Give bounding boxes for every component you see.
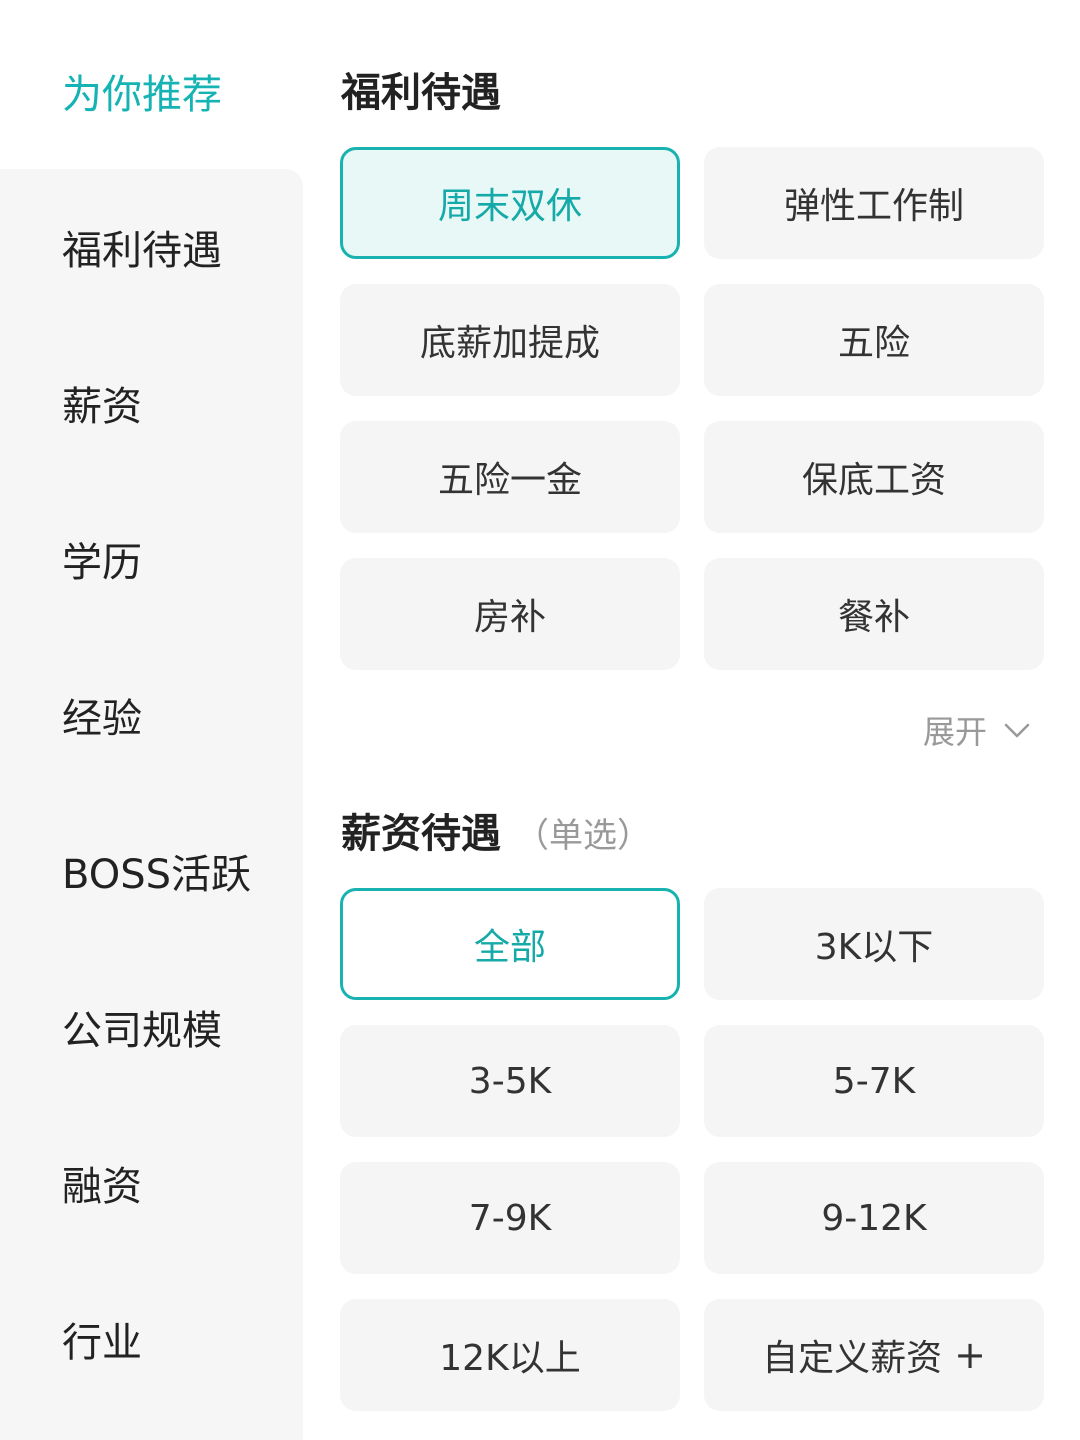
expand-label: 展开 [923, 713, 988, 751]
salary-option-5-7k[interactable]: 5-7K [704, 1025, 1044, 1137]
sidebar-item-label: 融资 [62, 1164, 142, 1210]
option-label: 保底工资 [801, 460, 946, 501]
expand-button[interactable]: 展开 [923, 702, 1031, 758]
salary-option-3-5k[interactable]: 3-5K [340, 1025, 680, 1137]
option-label: 五险一金 [437, 460, 582, 501]
sidebar-item-financing[interactable]: 融资 [0, 1105, 303, 1261]
salary-option-all[interactable]: 全部 [340, 888, 680, 1000]
option-label: 3-5K [468, 1060, 552, 1102]
option-label: 5-7K [832, 1060, 916, 1102]
salary-option-over-12k[interactable]: 12K以上 [340, 1299, 680, 1411]
sidebar-item-label: 学历 [62, 540, 142, 586]
benefits-section-title: 福利待遇 [341, 60, 501, 118]
benefit-option-weekend-off[interactable]: 周末双休 [340, 147, 680, 259]
option-label: 自定义薪资 [762, 1338, 943, 1379]
salary-option-7-9k[interactable]: 7-9K [340, 1162, 680, 1274]
benefit-option-insurances-and-fund[interactable]: 五险一金 [340, 421, 680, 533]
sidebar-item-label: 薪资 [62, 384, 142, 430]
sidebar-item-salary[interactable]: 薪资 [0, 325, 303, 481]
option-label: 五险 [837, 323, 910, 364]
option-label: 全部 [473, 927, 546, 968]
sidebar-item-company-size[interactable]: 公司规模 [0, 949, 303, 1105]
benefit-option-housing-allowance[interactable]: 房补 [340, 558, 680, 670]
sidebar-item-label: 为你推荐 [62, 72, 222, 118]
benefits-title-text: 福利待遇 [341, 70, 501, 116]
option-label: 3K以下 [814, 927, 934, 968]
plus-icon: + [954, 1333, 986, 1377]
benefit-option-guaranteed-salary[interactable]: 保底工资 [704, 421, 1044, 533]
salary-option-9-12k[interactable]: 9-12K [704, 1162, 1044, 1274]
option-label: 12K以上 [439, 1338, 581, 1379]
benefit-option-base-plus-commission[interactable]: 底薪加提成 [340, 284, 680, 396]
sidebar-item-benefits[interactable]: 福利待遇 [0, 169, 303, 325]
sidebar-item-label: 行业 [62, 1320, 142, 1366]
option-label: 餐补 [837, 597, 910, 638]
single-select-note: （单选） [515, 816, 651, 856]
sidebar-item-boss-active[interactable]: BOSS活跃 [0, 793, 303, 949]
option-label: 房补 [473, 597, 546, 638]
salary-title-text: 薪资待遇 [341, 811, 501, 857]
sidebar-item-industry[interactable]: 行业 [0, 1261, 303, 1417]
sidebar-item-label: BOSS活跃 [62, 852, 252, 898]
option-label: 9-12K [821, 1197, 927, 1239]
salary-option-under-3k[interactable]: 3K以下 [704, 888, 1044, 1000]
option-label: 7-9K [468, 1197, 552, 1239]
sidebar-item-experience[interactable]: 经验 [0, 637, 303, 793]
filter-category-sidebar: 为你推荐 福利待遇 薪资 学历 经验 BOSS活跃 公司规模 融资 行业 [0, 0, 303, 1440]
option-label: 周末双休 [437, 186, 582, 227]
sidebar-item-label: 福利待遇 [62, 228, 222, 274]
sidebar-item-label: 公司规模 [62, 1008, 222, 1054]
sidebar-item-label: 经验 [62, 696, 142, 742]
benefit-option-meal-allowance[interactable]: 餐补 [704, 558, 1044, 670]
sidebar-item-recommended[interactable]: 为你推荐 [0, 13, 303, 169]
option-label: 底薪加提成 [419, 323, 600, 364]
chevron-down-icon [1004, 723, 1030, 738]
sidebar-item-education[interactable]: 学历 [0, 481, 303, 637]
benefit-option-five-insurances[interactable]: 五险 [704, 284, 1044, 396]
salary-option-custom[interactable]: 自定义薪资 + [704, 1299, 1044, 1411]
option-label: 弹性工作制 [783, 186, 964, 227]
filter-options-panel: 福利待遇 周末双休 弹性工作制 底薪加提成 五险 五险一金 保底工资 房补 餐补… [303, 0, 1080, 1440]
benefit-option-flexible-hours[interactable]: 弹性工作制 [704, 147, 1044, 259]
salary-section-title: 薪资待遇 （单选） [341, 801, 651, 859]
